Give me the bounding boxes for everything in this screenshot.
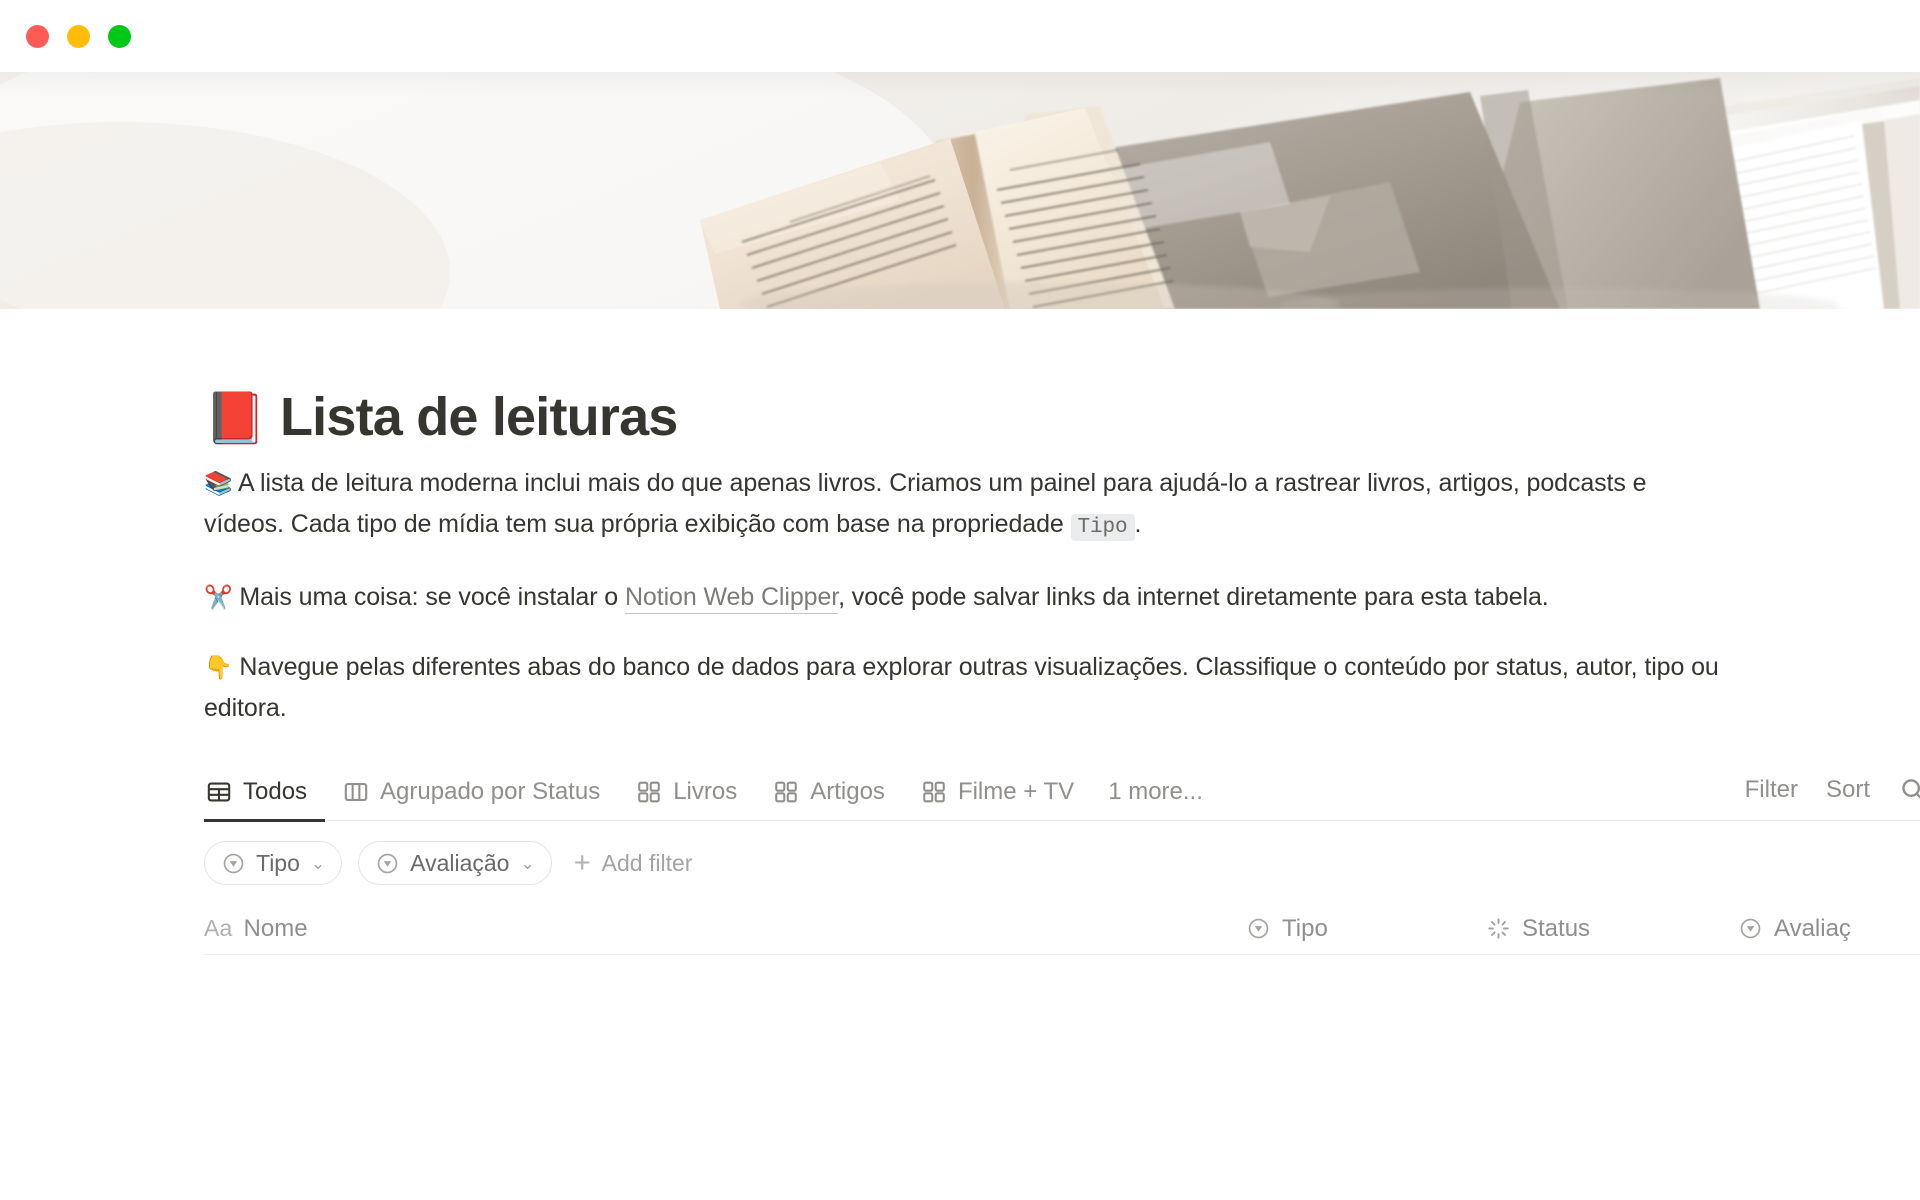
gallery-view-icon [773,779,799,805]
tab-agrupado-label: Agrupado por Status [380,778,601,806]
filter-chip-avaliacao-label: Avaliação [410,849,510,876]
page-icon-book-emoji[interactable]: 📕 [204,393,266,443]
intro-paragraph-2[interactable]: ✂️ Mais uma coisa: se você instalar o No… [204,577,1720,618]
tab-filme-tv-label: Filme + TV [957,778,1075,806]
add-filter-label: Add filter [601,849,693,876]
close-window-button[interactable] [26,24,49,48]
paragraph-1-text-before-code: A lista de leitura moderna inclui mais d… [204,469,1647,539]
tipo-code-chip: Tipo [1070,514,1135,542]
paragraph-2-text-after-link: , você pode salvar links da internet dir… [838,583,1549,612]
tab-agrupado-por-status[interactable]: Agrupado por Status [325,764,618,820]
column-header-status-label: Status [1522,914,1591,942]
gallery-view-icon [921,779,947,805]
column-header-status[interactable]: Status [1486,915,1738,943]
tab-todos[interactable]: Todos [204,764,326,822]
column-header-nome-label: Nome [243,914,308,942]
books-emoji: 📚 [204,470,233,497]
database-view-actions: Filter Sort [1745,764,1920,820]
filter-chip-avaliacao[interactable]: Avaliação ⌄ [358,841,552,886]
paragraph-2-text-before-link: Mais uma coisa: se você instalar o [239,583,625,612]
content-column: 📕 Lista de leituras 📚 A lista de leitura… [0,387,1920,1065]
tab-more-button[interactable]: 1 more... [1092,778,1219,806]
database-block: Todos Agrupado por Status Livros Artigos… [204,765,1920,1065]
select-property-icon [1738,916,1763,941]
tab-todos-label: Todos [243,778,308,806]
filter-chip-bar: Tipo ⌄ Avaliação ⌄ + Add filter [204,821,1920,903]
paragraph-1-text-after-code: . [1134,510,1142,539]
table-view-icon [206,779,232,805]
column-header-tipo[interactable]: Tipo [1246,915,1486,943]
board-view-icon [343,779,369,805]
status-property-icon [1486,916,1511,941]
tab-livros-label: Livros [673,778,738,806]
filter-chip-tipo[interactable]: Tipo ⌄ [204,841,343,886]
search-icon[interactable] [1898,775,1920,805]
maximize-window-button[interactable] [108,24,131,48]
tab-artigos[interactable]: Artigos [755,764,903,820]
column-header-avaliacao[interactable]: Avaliaç [1738,915,1920,943]
pointing-down-emoji: 👇 [204,654,233,681]
page-body: 📕 Lista de leituras 📚 A lista de leitura… [0,387,1920,1065]
tab-artigos-label: Artigos [810,778,885,806]
database-view-tabbar: Todos Agrupado por Status Livros Artigos… [204,764,1920,822]
filter-button[interactable]: Filter [1745,776,1798,804]
select-property-icon [375,851,400,876]
minimize-window-button[interactable] [67,24,90,48]
select-property-icon [221,851,246,876]
filter-chip-tipo-label: Tipo [256,849,300,876]
notion-web-clipper-link[interactable]: Notion Web Clipper [624,583,838,615]
chevron-down-icon: ⌄ [310,853,326,873]
plus-icon: + [573,846,591,879]
table-body [204,955,1920,1065]
tab-livros[interactable]: Livros [618,764,755,820]
page-cover-image[interactable] [0,72,1920,309]
intro-paragraph-1[interactable]: 📚 A lista de leitura moderna inclui mais… [204,463,1720,548]
column-header-tipo-label: Tipo [1282,914,1328,942]
gallery-view-icon [636,779,662,805]
table-header-row: Aa Nome Tipo Status Avaliaç [204,903,1920,956]
scissors-emoji: ✂️ [204,584,233,611]
page-title[interactable]: 📕 Lista de leituras [204,387,1920,447]
database-table: Aa Nome Tipo Status Avaliaç [204,903,1920,1065]
column-header-nome[interactable]: Aa Nome [204,915,1246,943]
title-property-icon: Aa [204,915,233,942]
notion-window: 📕 Lista de leituras 📚 A lista de leitura… [0,0,1920,1200]
traffic-light-controls [26,24,131,48]
database-view-tabs: Todos Agrupado por Status Livros Artigos… [204,764,1219,822]
select-property-icon [1246,916,1271,941]
intro-paragraph-3[interactable]: 👇 Navegue pelas diferentes abas do banco… [204,647,1720,729]
add-filter-button[interactable]: + Add filter [568,846,693,879]
paragraph-3-text: Navegue pelas diferentes abas do banco d… [204,653,1719,723]
sort-button[interactable]: Sort [1826,776,1870,804]
window-titlebar [0,0,1920,72]
tab-filme-tv[interactable]: Filme + TV [903,764,1092,820]
chevron-down-icon: ⌄ [520,853,535,873]
column-header-avaliacao-label: Avaliaç [1774,914,1851,942]
page-title-text: Lista de leituras [280,387,678,447]
